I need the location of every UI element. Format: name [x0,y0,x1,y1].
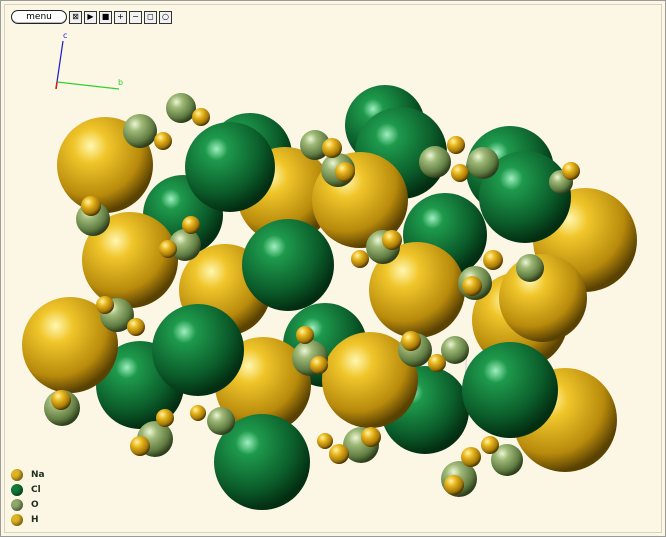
oxygen-atom [516,254,544,282]
hydrogen-atom [382,230,402,250]
hydrogen-atom [96,296,114,314]
hydrogen-atom [154,132,172,150]
legend-item-na: Na [11,467,45,482]
close-view-button[interactable]: ⊠ [69,10,82,24]
o-swatch-icon [11,498,23,511]
hydrogen-atom [428,354,446,372]
hydrogen-atom [322,138,342,158]
hydrogen-atom [329,444,349,464]
hydrogen-atom [317,433,333,449]
y-axis [56,81,120,90]
hydrogen-atom [51,390,71,410]
legend-label-na: Na [31,469,45,480]
hydrogen-atom [361,427,381,447]
oxygen-atom [166,93,196,123]
oxygen-atom [419,146,451,178]
hydrogen-atom [127,318,145,336]
legend-item-o: O [11,497,45,512]
hydrogen-atom [156,409,174,427]
h-swatch-icon [11,513,23,526]
y-axis-label: b [118,78,123,87]
legend-label-o: O [31,499,39,510]
hydrogen-atom [192,108,210,126]
atom-legend: Na Cl O H [11,467,45,527]
viewer-toolbar: menu ⊠ ▶ ■ + − ◻ ○ [11,10,172,24]
molecule-viewport[interactable]: menu ⊠ ▶ ■ + − ◻ ○ c b Na Cl O H [4,4,662,533]
x-axis [55,81,58,90]
play-button[interactable]: ▶ [84,10,97,24]
hydrogen-atom [130,436,150,456]
oxygen-atom [123,114,157,148]
hydrogen-atom [483,250,503,270]
chlorine-atom [185,122,275,212]
menu-button[interactable]: menu [11,10,67,24]
oxygen-atom [467,147,499,179]
hydrogen-atom [462,276,482,296]
oxygen-atom [207,407,235,435]
reset-view-button[interactable]: ○ [159,10,172,24]
z-axis-label: c [63,31,67,40]
hydrogen-atom [444,475,464,495]
z-axis [56,40,64,83]
zoom-out-button[interactable]: − [129,10,142,24]
legend-item-h: H [11,512,45,527]
legend-label-cl: Cl [31,484,41,495]
zoom-in-button[interactable]: + [114,10,127,24]
hydrogen-atom [159,240,177,258]
legend-item-cl: Cl [11,482,45,497]
hydrogen-atom [296,326,314,344]
frame-button[interactable]: ◻ [144,10,157,24]
hydrogen-atom [182,216,200,234]
hydrogen-atom [451,164,469,182]
hydrogen-atom [562,162,580,180]
stop-button[interactable]: ■ [99,10,112,24]
crystal-scene[interactable]: c b [5,5,661,532]
chlorine-atom [462,342,558,438]
chlorine-atom [242,219,334,311]
viewer-frame: menu ⊠ ▶ ■ + − ◻ ○ c b Na Cl O H [0,0,666,537]
hydrogen-atom [401,331,421,351]
hydrogen-atom [447,136,465,154]
na-swatch-icon [11,468,23,481]
legend-label-h: H [31,514,39,525]
hydrogen-atom [310,356,328,374]
hydrogen-atom [461,447,481,467]
hydrogen-atom [335,162,355,182]
hydrogen-atom [81,196,101,216]
atoms [22,85,637,510]
chlorine-atom [152,304,244,396]
hydrogen-atom [481,436,499,454]
hydrogen-atom [190,405,206,421]
cl-swatch-icon [11,483,23,496]
hydrogen-atom [351,250,369,268]
axes-indicator: c b [55,31,123,90]
